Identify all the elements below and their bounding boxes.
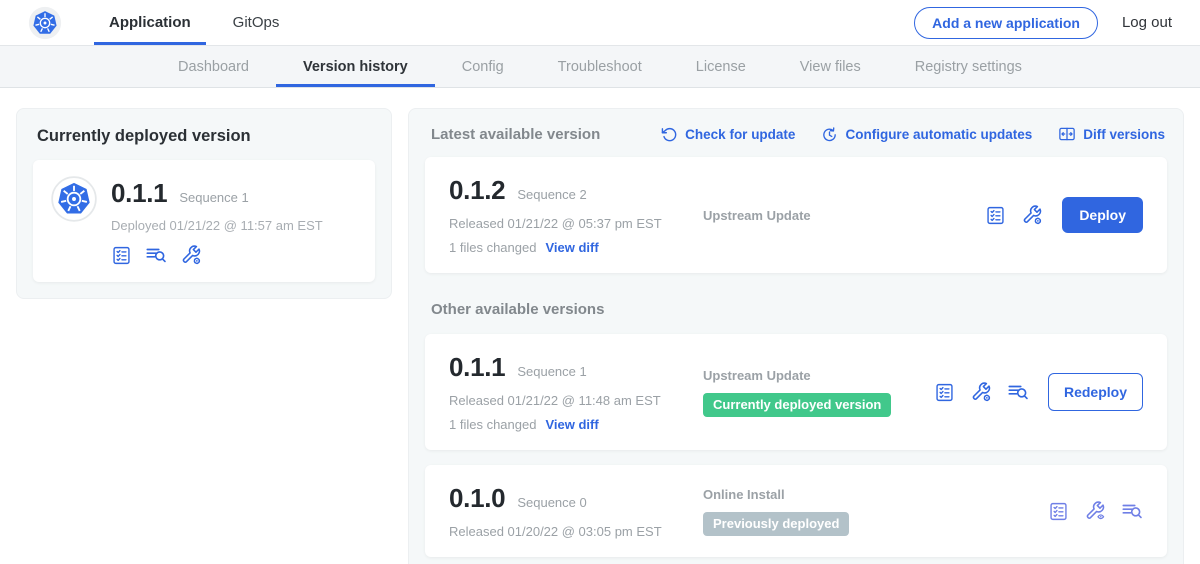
config-gear-icon[interactable] (970, 381, 992, 403)
redeploy-button[interactable]: Redeploy (1048, 373, 1143, 411)
tab-application[interactable]: Application (94, 0, 206, 45)
config-gear-icon[interactable] (180, 244, 202, 266)
subnav-view-files[interactable]: View files (773, 46, 888, 87)
version-sequence: Sequence 0 (517, 495, 586, 510)
primary-tabs: Application GitOps (94, 0, 306, 45)
app-logo[interactable] (28, 0, 62, 45)
deployed-timestamp: Deployed 01/21/22 @ 11:57 am EST (111, 218, 323, 233)
app-subnav: Dashboard Version history Config Trouble… (0, 46, 1200, 88)
version-source-cell: Online Install Previously deployed (699, 487, 1048, 536)
deploy-logs-icon[interactable] (145, 244, 167, 266)
version-card-0-1-0: 0.1.0 Sequence 0 Released 01/20/22 @ 03:… (425, 465, 1167, 557)
deployed-panel-title: Currently deployed version (37, 127, 375, 146)
version-number: 0.1.1 (449, 352, 505, 383)
version-info: 0.1.0 Sequence 0 Released 01/20/22 @ 03:… (449, 483, 699, 539)
add-application-button[interactable]: Add a new application (914, 7, 1098, 39)
config-gear-icon[interactable] (1021, 204, 1043, 226)
configure-automatic-updates-label: Configure automatic updates (845, 127, 1032, 142)
latest-available-title: Latest available version (431, 126, 600, 143)
subnav-config[interactable]: Config (435, 46, 531, 87)
version-source-cell: Upstream Update Currently deployed versi… (699, 368, 934, 417)
subnav-dashboard-label: Dashboard (178, 59, 249, 75)
version-number: 0.1.0 (449, 483, 505, 514)
version-sequence: Sequence 2 (517, 187, 586, 202)
header-actions: Add a new application Log out (914, 0, 1172, 45)
version-sequence: Sequence 1 (517, 364, 586, 379)
version-actions (1048, 500, 1143, 522)
subnav-registry-settings-label: Registry settings (915, 59, 1022, 75)
subnav-view-files-label: View files (800, 59, 861, 75)
version-actions: Deploy (985, 197, 1143, 233)
version-number: 0.1.2 (449, 175, 505, 206)
kubernetes-app-icon (51, 176, 97, 222)
configure-automatic-updates-link[interactable]: Configure automatic updates (821, 126, 1032, 143)
version-source: Upstream Update (703, 208, 985, 223)
release-notes-icon[interactable] (934, 382, 955, 403)
released-timestamp: Released 01/21/22 @ 11:48 am EST (449, 393, 699, 408)
other-versions-title: Other available versions (431, 301, 1165, 318)
view-config-icon[interactable] (1084, 500, 1106, 522)
deploy-logs-icon[interactable] (1007, 381, 1029, 403)
tab-application-label: Application (109, 14, 191, 31)
deployed-version-card: 0.1.1 Sequence 1 Deployed 01/21/22 @ 11:… (33, 160, 375, 282)
release-notes-icon[interactable] (1048, 501, 1069, 522)
subnav-troubleshoot-label: Troubleshoot (558, 59, 642, 75)
released-timestamp: Released 01/20/22 @ 03:05 pm EST (449, 524, 699, 539)
main-content: Currently deployed version (0, 88, 1200, 564)
check-for-update-link[interactable]: Check for update (661, 126, 795, 143)
diff-icon (1058, 125, 1076, 143)
deploy-button[interactable]: Deploy (1062, 197, 1143, 233)
available-versions-panel: Latest available version Check for updat… (408, 108, 1184, 564)
subnav-config-label: Config (462, 59, 504, 75)
subnav-troubleshoot[interactable]: Troubleshoot (531, 46, 669, 87)
deployed-sequence: Sequence 1 (179, 190, 248, 205)
deployed-version-number: 0.1.1 (111, 178, 167, 209)
diff-versions-link[interactable]: Diff versions (1058, 125, 1165, 143)
files-changed: 1 files changed (449, 417, 536, 432)
version-card-0-1-2: 0.1.2 Sequence 2 Released 01/21/22 @ 05:… (425, 157, 1167, 273)
subnav-version-history-label: Version history (303, 59, 408, 75)
kubernetes-logo-icon (28, 6, 62, 40)
schedule-update-icon (821, 126, 838, 143)
files-changed: 1 files changed (449, 240, 536, 255)
version-source: Online Install (703, 487, 1048, 502)
tab-gitops-label: GitOps (233, 14, 280, 31)
version-info: 0.1.1 Sequence 1 Released 01/21/22 @ 11:… (449, 352, 699, 432)
subnav-version-history[interactable]: Version history (276, 46, 435, 87)
subnav-license-label: License (696, 59, 746, 75)
subnav-dashboard[interactable]: Dashboard (151, 46, 276, 87)
deployed-version-info: 0.1.1 Sequence 1 Deployed 01/21/22 @ 11:… (111, 176, 323, 266)
previously-deployed-badge: Previously deployed (703, 512, 849, 536)
view-diff-link[interactable]: View diff (545, 417, 598, 432)
refresh-icon (661, 126, 678, 143)
release-notes-icon[interactable] (985, 205, 1006, 226)
subnav-license[interactable]: License (669, 46, 773, 87)
currently-deployed-panel: Currently deployed version (16, 108, 392, 299)
deploy-logs-icon[interactable] (1121, 500, 1143, 522)
version-info: 0.1.2 Sequence 2 Released 01/21/22 @ 05:… (449, 175, 699, 255)
version-source-cell: Upstream Update (699, 208, 985, 223)
release-notes-icon[interactable] (111, 245, 132, 266)
top-header: Application GitOps Add a new application… (0, 0, 1200, 46)
version-actions: Redeploy (934, 373, 1143, 411)
currently-deployed-badge: Currently deployed version (703, 393, 891, 417)
version-card-0-1-1: 0.1.1 Sequence 1 Released 01/21/22 @ 11:… (425, 334, 1167, 450)
diff-versions-label: Diff versions (1083, 127, 1165, 142)
tab-gitops[interactable]: GitOps (218, 0, 295, 45)
logout-link[interactable]: Log out (1122, 14, 1172, 31)
subnav-registry-settings[interactable]: Registry settings (888, 46, 1049, 87)
version-source: Upstream Update (703, 368, 934, 383)
check-for-update-label: Check for update (685, 127, 795, 142)
view-diff-link[interactable]: View diff (545, 240, 598, 255)
released-timestamp: Released 01/21/22 @ 05:37 pm EST (449, 216, 699, 231)
